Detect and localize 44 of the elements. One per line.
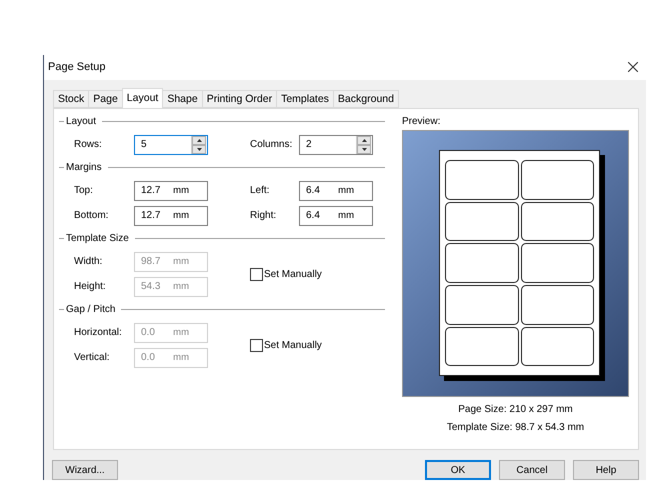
spin-box[interactable]: 5	[134, 134, 208, 155]
field-label: Columns:	[250, 139, 294, 150]
spin-box[interactable]: 2	[299, 134, 373, 155]
field-label: Vertical:	[74, 352, 111, 364]
field-label: Horizontal:	[74, 327, 123, 338]
tab[interactable]: Layout	[122, 88, 164, 108]
group-heading: Gap / Pitch	[66, 304, 116, 316]
input-field[interactable]: 12.7 mm	[134, 206, 208, 226]
field-label: Rows:	[74, 139, 103, 150]
page-size-text: Page Size: 210 x 297 mm	[458, 404, 573, 415]
field-label: Height:	[74, 281, 107, 292]
group-heading: Layout	[66, 116, 96, 128]
tab[interactable]: Background	[332, 90, 399, 108]
dialog-button[interactable]: Help	[573, 460, 639, 480]
field-label: Left:	[250, 185, 270, 196]
field-label: Top:	[74, 185, 94, 196]
group-heading: Template Size	[66, 233, 129, 244]
window-title: Page Setup	[48, 61, 106, 74]
template-size-text: Template Size: 98.7 x 54.3 mm	[446, 422, 584, 433]
dialog-button[interactable]: Cancel	[499, 460, 565, 480]
close-icon[interactable]	[628, 62, 638, 72]
field-label: Width:	[74, 256, 104, 268]
tab[interactable]: Printing Order	[202, 90, 278, 108]
checkbox-label: Set Manually	[264, 268, 323, 280]
dialog-button[interactable]: Wizard...	[52, 460, 118, 480]
tab[interactable]: Page	[88, 90, 123, 108]
checkbox-label: Set Manually	[264, 340, 323, 351]
up-arrow-icon[interactable]	[196, 138, 202, 142]
field-label: Right:	[250, 210, 278, 222]
tab[interactable]: Shape	[162, 90, 203, 108]
tab[interactable]: Templates	[276, 90, 334, 108]
group-heading: Margins	[66, 162, 102, 174]
up-arrow-icon[interactable]	[362, 138, 366, 142]
checkbox[interactable]	[250, 338, 263, 352]
input-field[interactable]: 12.7 mm	[134, 180, 208, 201]
tab[interactable]: Stock	[53, 90, 90, 108]
preview-label: Preview:	[402, 116, 442, 127]
checkbox[interactable]	[250, 268, 263, 281]
input-field[interactable]: 6.4 mm	[299, 206, 373, 226]
down-arrow-icon[interactable]	[196, 148, 202, 151]
dialog-button[interactable]: OK	[425, 460, 491, 480]
input-field[interactable]: 6.4 mm	[299, 180, 373, 201]
down-arrow-icon[interactable]	[362, 148, 366, 151]
field-label: Bottom:	[74, 210, 110, 222]
